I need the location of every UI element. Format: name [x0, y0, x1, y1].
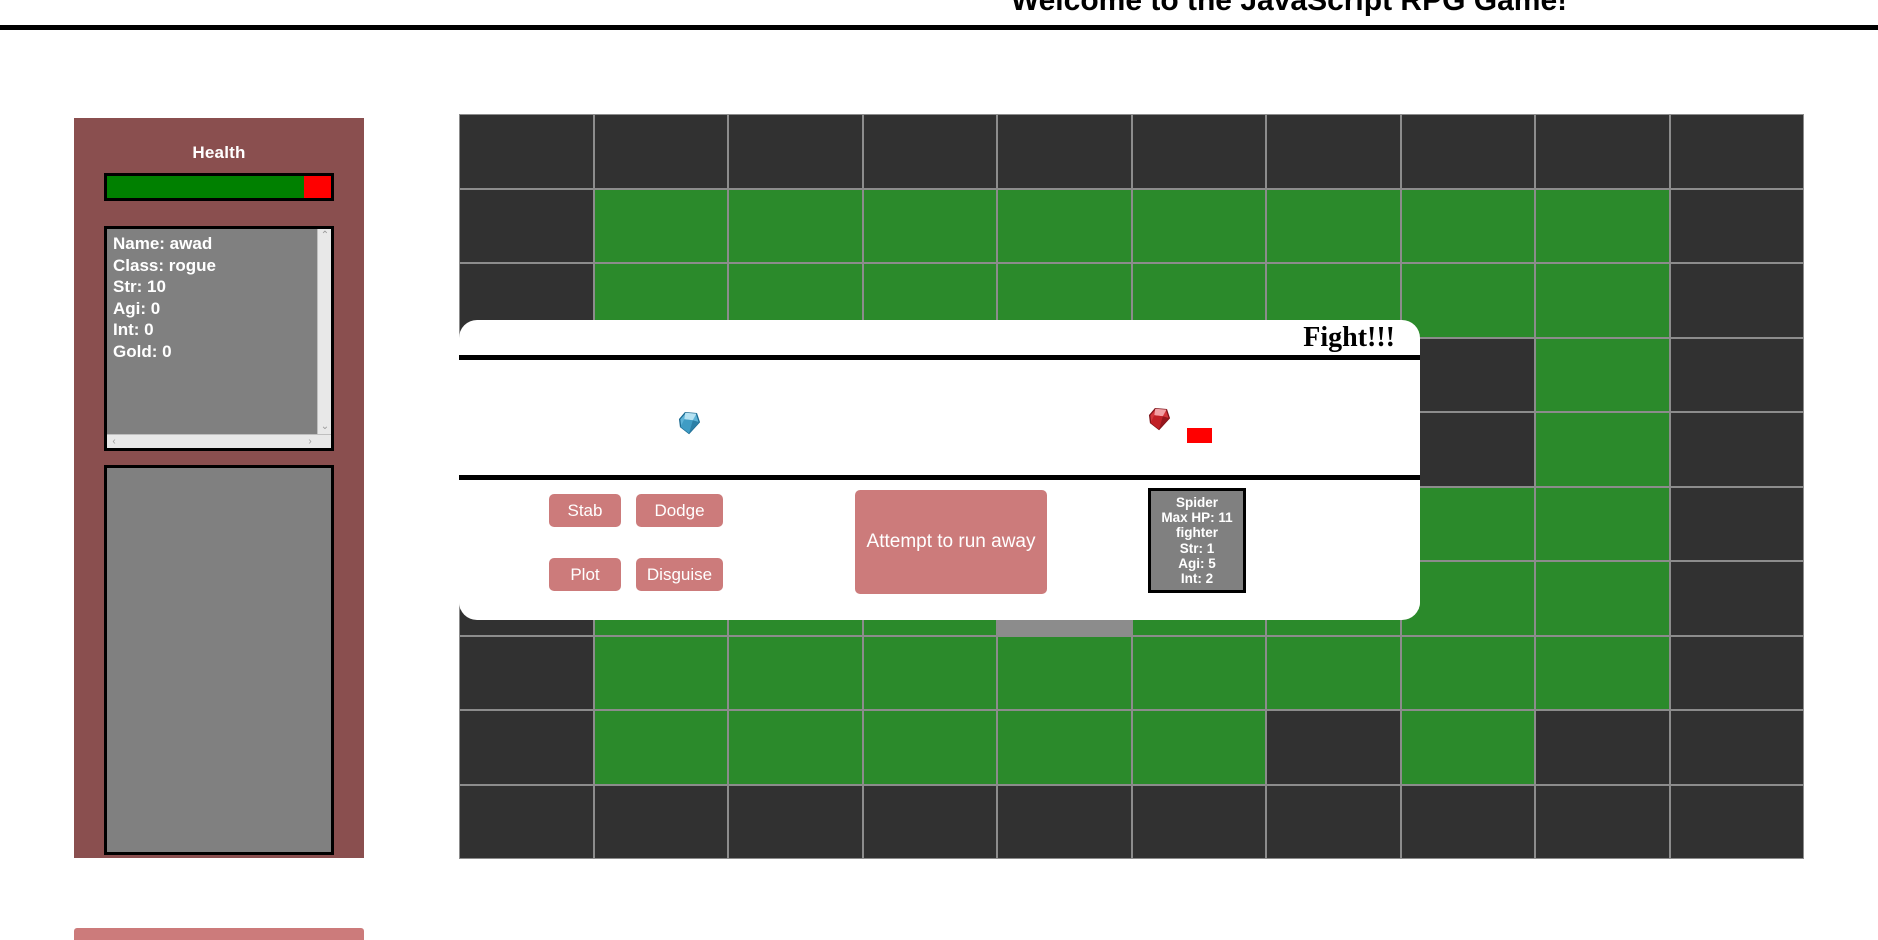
map-cell-0-1[interactable] [593, 114, 728, 189]
map-cell-7-2[interactable] [728, 635, 863, 710]
chevron-left-icon[interactable]: ‹ [107, 435, 121, 448]
map-cell-8-7[interactable] [1400, 710, 1535, 785]
chevron-right-icon[interactable]: › [303, 435, 317, 448]
map-cell-1-2[interactable] [728, 188, 863, 263]
blue-gem-icon [678, 412, 701, 435]
player-sidebar: Health Name: awad Class: rogue Str: 10 A… [74, 118, 364, 858]
stats-button[interactable]: Stats [74, 928, 364, 940]
fight-dialog: Fight!!! Stab Dodge Plot Disguise Attemp… [459, 320, 1420, 620]
map-cell-1-5[interactable] [1131, 188, 1266, 263]
map-cell-0-2[interactable] [728, 114, 863, 189]
stats-horizontal-scrollbar[interactable]: ‹ › [107, 434, 331, 448]
map-cell-2-8[interactable] [1535, 263, 1670, 338]
enemy-info-card: Spider Max HP: 11 fighter Str: 1 Agi: 5 … [1148, 488, 1246, 593]
map-cell-7-9[interactable] [1669, 635, 1804, 710]
map-cell-0-3[interactable] [862, 114, 997, 189]
map-cell-6-8[interactable] [1535, 561, 1670, 636]
map-cell-9-8[interactable] [1535, 784, 1670, 859]
chevron-down-icon[interactable]: ⌄ [318, 420, 331, 434]
health-label: Health [192, 143, 246, 162]
map-cell-0-6[interactable] [1266, 114, 1401, 189]
red-gem-icon [1148, 408, 1171, 431]
map-cell-7-4[interactable] [997, 635, 1132, 710]
map-cell-8-0[interactable] [459, 710, 594, 785]
map-cell-0-5[interactable] [1131, 114, 1266, 189]
inventory-panel[interactable] [104, 465, 334, 855]
map-cell-8-5[interactable] [1131, 710, 1266, 785]
map-cell-7-5[interactable] [1131, 635, 1266, 710]
map-cell-9-6[interactable] [1266, 784, 1401, 859]
map-cell-6-7[interactable] [1400, 561, 1535, 636]
disguise-button[interactable]: Disguise [636, 558, 723, 591]
map-cell-1-8[interactable] [1535, 188, 1670, 263]
fight-title: Fight!!! [1303, 322, 1395, 353]
map-cell-1-7[interactable] [1400, 188, 1535, 263]
map-cell-0-7[interactable] [1400, 114, 1535, 189]
map-cell-1-0[interactable] [459, 188, 594, 263]
map-cell-9-3[interactable] [862, 784, 997, 859]
map-cell-3-8[interactable] [1535, 337, 1670, 412]
health-bar-fill [107, 176, 305, 198]
dodge-button[interactable]: Dodge [636, 494, 723, 527]
map-cell-9-4[interactable] [997, 784, 1132, 859]
map-cell-5-8[interactable] [1535, 486, 1670, 561]
map-cell-7-0[interactable] [459, 635, 594, 710]
map-cell-9-0[interactable] [459, 784, 594, 859]
player-stats-text: Name: awad Class: rogue Str: 10 Agi: 0 I… [113, 234, 216, 361]
map-cell-7-8[interactable] [1535, 635, 1670, 710]
map-cell-9-7[interactable] [1400, 784, 1535, 859]
map-cell-1-3[interactable] [862, 188, 997, 263]
map-cell-1-1[interactable] [593, 188, 728, 263]
map-cell-0-0[interactable] [459, 114, 594, 189]
map-cell-7-7[interactable] [1400, 635, 1535, 710]
plot-button[interactable]: Plot [549, 558, 621, 591]
stats-vertical-scrollbar[interactable]: ⌃ ⌄ [317, 229, 331, 434]
player-stats-textarea[interactable]: Name: awad Class: rogue Str: 10 Agi: 0 I… [104, 226, 334, 451]
map-cell-4-7[interactable] [1400, 412, 1535, 487]
map-cell-9-1[interactable] [593, 784, 728, 859]
map-cell-0-4[interactable] [997, 114, 1132, 189]
map-cell-4-8[interactable] [1535, 412, 1670, 487]
map-cell-7-1[interactable] [593, 635, 728, 710]
map-cell-3-9[interactable] [1669, 337, 1804, 412]
map-cell-5-9[interactable] [1669, 486, 1804, 561]
map-cell-9-9[interactable] [1669, 784, 1804, 859]
page-title: Welcome to the JavaScript RPG Game! [1010, 0, 1568, 17]
map-cell-4-9[interactable] [1669, 412, 1804, 487]
map-cell-1-9[interactable] [1669, 188, 1804, 263]
map-cell-8-6[interactable] [1266, 710, 1401, 785]
health-bar [104, 173, 334, 201]
attempt-to-run-away-button[interactable]: Attempt to run away [855, 490, 1047, 594]
map-cell-0-9[interactable] [1669, 114, 1804, 189]
map-cell-2-9[interactable] [1669, 263, 1804, 338]
chevron-up-icon[interactable]: ⌃ [318, 229, 331, 243]
stab-button[interactable]: Stab [549, 494, 621, 527]
fight-dialog-header: Fight!!! [459, 320, 1420, 360]
page-header: Welcome to the JavaScript RPG Game! [0, 0, 1878, 30]
game-page: Welcome to the JavaScript RPG Game! Heal… [0, 0, 1878, 940]
map-cell-2-7[interactable] [1400, 263, 1535, 338]
map-cell-8-8[interactable] [1535, 710, 1670, 785]
map-cell-0-8[interactable] [1535, 114, 1670, 189]
map-cell-5-7[interactable] [1400, 486, 1535, 561]
map-cell-3-7[interactable] [1400, 337, 1535, 412]
map-cell-8-4[interactable] [997, 710, 1132, 785]
map-cell-1-4[interactable] [997, 188, 1132, 263]
fight-arena [459, 360, 1420, 480]
map-cell-8-1[interactable] [593, 710, 728, 785]
map-cell-9-2[interactable] [728, 784, 863, 859]
enemy-health-bar [1187, 428, 1212, 443]
map-cell-7-6[interactable] [1266, 635, 1401, 710]
map-cell-8-3[interactable] [862, 710, 997, 785]
map-cell-1-6[interactable] [1266, 188, 1401, 263]
map-cell-8-2[interactable] [728, 710, 863, 785]
map-cell-9-5[interactable] [1131, 784, 1266, 859]
health-bar-empty [304, 176, 331, 198]
map-cell-7-3[interactable] [862, 635, 997, 710]
fight-actions: Stab Dodge Plot Disguise Attempt to run … [459, 480, 1420, 610]
map-cell-8-9[interactable] [1669, 710, 1804, 785]
map-cell-6-9[interactable] [1669, 561, 1804, 636]
